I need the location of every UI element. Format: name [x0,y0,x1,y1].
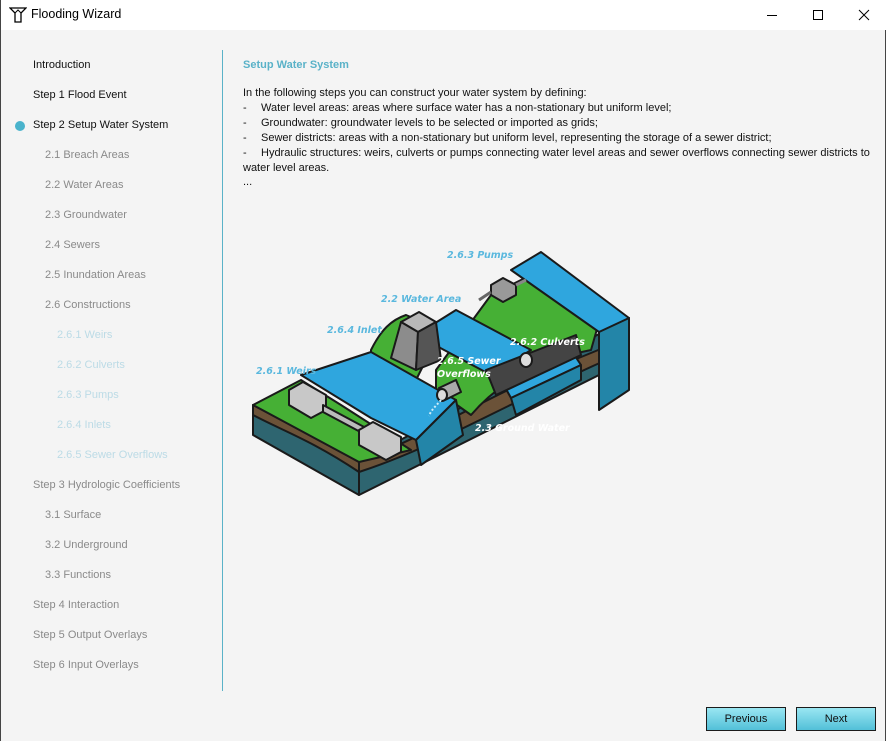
bullet-groundwater: - Groundwater: groundwater levels to be … [243,116,873,131]
bullet-dash: - [243,132,247,144]
sidebar-item-2-2-water-areas[interactable]: 2.2 Water Areas [45,179,123,199]
sidebar-item-introduction[interactable]: Introduction [33,59,90,79]
bullet-hydraulic-structures: - Hydraulic structures: weirs, culverts … [243,146,873,176]
bullet-text: Water level areas: areas where surface w… [261,102,672,114]
bullet-sewer-districts: - Sewer districts: areas with a non-stat… [243,131,873,146]
sidebar-item-step-3-hydrologic-coefficients[interactable]: Step 3 Hydrologic Coefficients [33,479,180,499]
sidebar-item-2-6-5-sewer-overflows: 2.6.5 Sewer Overflows [57,449,168,461]
next-button[interactable]: Next [796,707,876,731]
bullet-water-level-areas: - Water level areas: areas where surface… [243,101,873,116]
sidebar-item-step-2-setup-water-system[interactable]: Step 2 Setup Water System [33,119,168,139]
label-pumps: 2.6.3 Pumps [447,250,513,261]
water-system-diagram: 2.6.3 Pumps 2.2 Water Area 2.6.4 Inlet 2… [252,250,630,496]
sidebar-item-3-1-surface[interactable]: 3.1 Surface [45,509,101,529]
bullet-text: Hydraulic structures: weirs, culverts or… [243,147,870,174]
sidebar-item-step-1-flood-event[interactable]: Step 1 Flood Event [33,89,127,109]
sidebar-item-2-6-2-culverts: 2.6.2 Culverts [57,359,125,371]
title-bar: Flooding Wizard [1,0,886,30]
label-sewer-overflows-line2: Overflows [437,369,491,380]
sidebar-item-2-6-4-inlets: 2.6.4 Inlets [57,419,111,431]
sidebar-divider [222,50,223,691]
ellipsis: ... [243,176,253,188]
maximize-button[interactable] [795,0,841,30]
maximize-icon [813,10,823,20]
label-culverts: 2.6.2 Culverts [510,337,585,348]
sidebar-item-3-3-functions[interactable]: 3.3 Functions [45,569,111,589]
bullet-text: Sewer districts: areas with a non-statio… [261,132,772,144]
sidebar-item-2-6-constructions[interactable]: 2.6 Constructions [45,299,131,319]
minimize-button[interactable] [749,0,795,30]
previous-button[interactable]: Previous [706,707,786,731]
intro-text: In the following steps you can construct… [243,87,587,99]
minimize-icon [767,15,777,16]
bullet-text: Groundwater: groundwater levels to be se… [261,117,598,129]
close-button[interactable] [841,0,886,30]
sidebar-item-2-6-1-weirs: 2.6.1 Weirs [57,329,113,341]
close-icon [858,9,870,21]
flooding-wizard-icon [8,6,28,24]
label-inlet: 2.6.4 Inlet [327,325,382,336]
window-title: Flooding Wizard [31,7,122,21]
sidebar-item-2-6-3-pumps: 2.6.3 Pumps [57,389,119,401]
label-water-area: 2.2 Water Area [381,294,461,305]
sidebar-item-step-4-interaction[interactable]: Step 4 Interaction [33,599,119,619]
sidebar-item-2-4-sewers[interactable]: 2.4 Sewers [45,239,100,259]
label-ground-water: 2.3 Ground Water [475,423,571,434]
sidebar-item-step-6-input-overlays[interactable]: Step 6 Input Overlays [33,659,139,679]
active-step-indicator-icon [15,121,25,131]
bullet-dash: - [243,102,247,114]
sidebar-item-step-5-output-overlays[interactable]: Step 5 Output Overlays [33,629,147,649]
culvert-pipe-end [519,352,533,368]
sidebar-item-2-1-breach-areas[interactable]: 2.1 Breach Areas [45,149,129,169]
sidebar-item-2-3-groundwater[interactable]: 2.3 Groundwater [45,209,127,229]
bullet-dash: - [243,147,247,159]
sidebar-item-3-2-underground[interactable]: 3.2 Underground [45,539,128,559]
label-weirs: 2.6.1 Weirs [256,366,317,377]
label-sewer-overflows-line1: 2.6.5 Sewer [437,356,502,367]
sewer-overflow-pipe-end [436,388,448,402]
page-heading: Setup Water System [243,59,349,71]
bullet-dash: - [243,117,247,129]
sidebar-item-2-5-inundation-areas[interactable]: 2.5 Inundation Areas [45,269,146,289]
right-water-side [598,317,630,411]
flooding-wizard-window: Flooding Wizard Introduction Step 1 Flood… [0,0,886,741]
